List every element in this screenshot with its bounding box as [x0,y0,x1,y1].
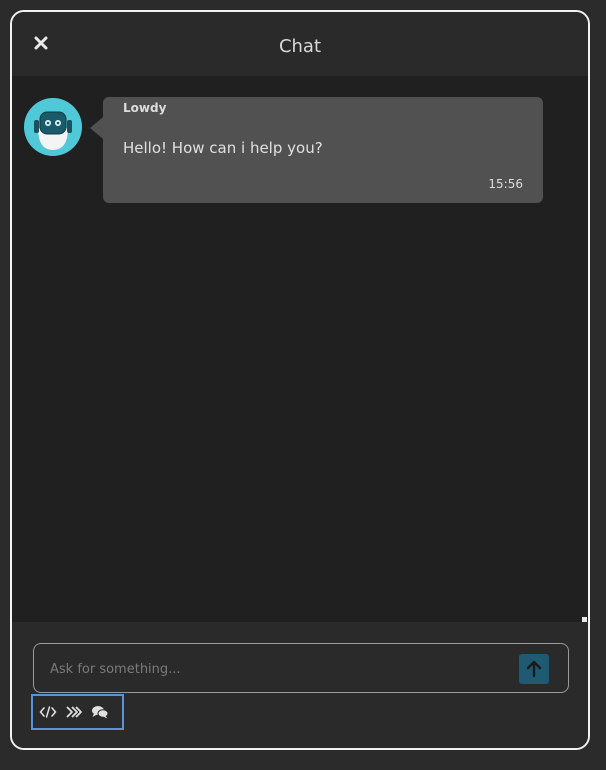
message-time: 15:56 [488,177,523,191]
chat-window: Chat Lowdy Hello! How can i help you? 15… [10,10,590,750]
send-button[interactable] [519,654,549,684]
conversations-button[interactable] [91,704,109,720]
chevrons-right-icon [66,706,82,718]
resize-handle[interactable] [582,617,587,622]
code-icon [39,706,57,718]
composer-toolbar [31,694,124,730]
bot-avatar [24,98,82,156]
message-list: Lowdy Hello! How can i help you? 15:56 [12,76,588,622]
arrow-up-icon [526,660,542,678]
code-button[interactable] [39,704,57,720]
chat-title: Chat [278,36,322,57]
message-sender: Lowdy [123,101,167,115]
forward-button[interactable] [65,704,83,720]
message-text: Hello! How can i help you? [123,139,323,157]
message-bubble: Lowdy Hello! How can i help you? 15:56 [90,97,543,203]
message-input[interactable] [48,644,502,694]
composer-area [12,622,588,748]
bubble-tail [90,117,103,139]
chat-header: Chat [12,12,588,76]
robot-avatar-icon [24,98,82,156]
comments-icon [92,706,109,719]
message-input-box [33,643,569,694]
